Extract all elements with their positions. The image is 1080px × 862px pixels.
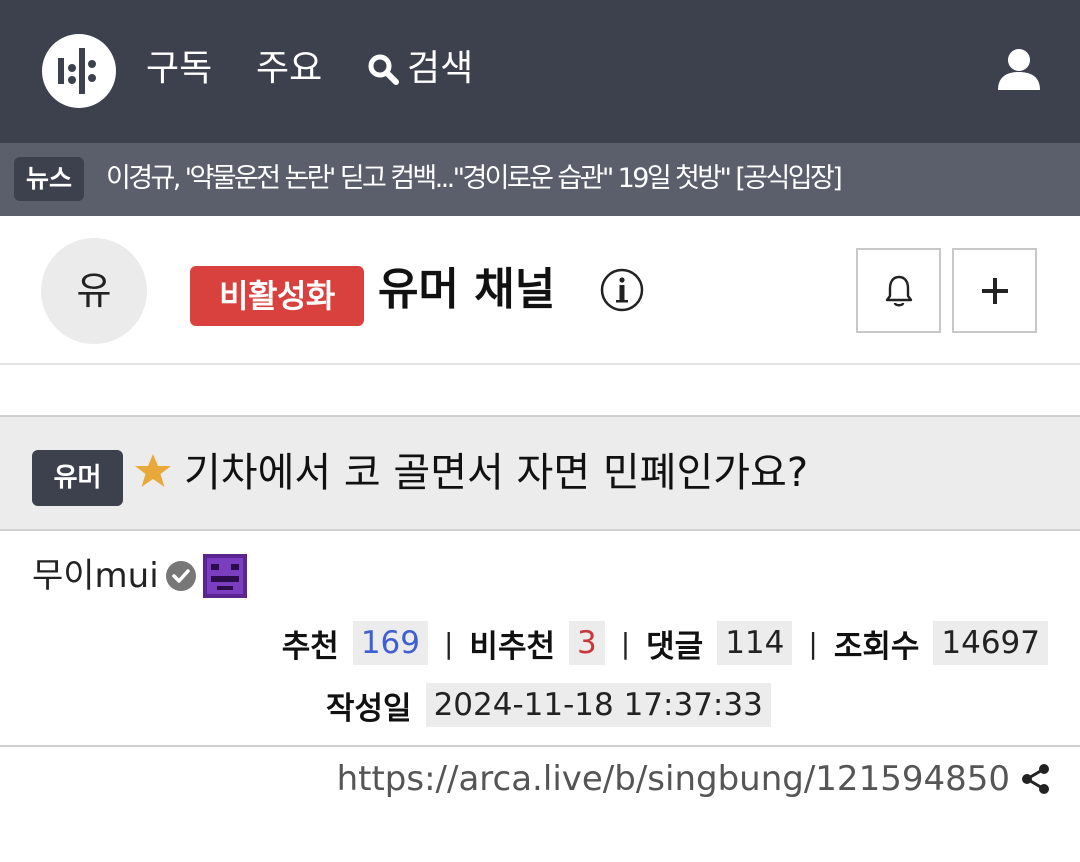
plus-icon (981, 277, 1008, 304)
post-date-row: 작성일 2024-11-18 17:37:33 (326, 680, 771, 730)
author-name[interactable]: 무이mui (32, 553, 159, 599)
channel-avatar[interactable]: 유 (41, 238, 147, 344)
search-icon (368, 54, 399, 85)
comments-label: 댓글 (646, 628, 704, 665)
post-url[interactable]: https://arca.live/b/singbung/121594850 (337, 759, 1010, 799)
author-avatar-icon (202, 554, 247, 598)
separator: | (620, 626, 631, 660)
post-date: 2024-11-18 17:37:33 (425, 683, 771, 727)
news-headline[interactable]: 이경규, '약물운전 논란' 딛고 컴백..."경이로운 습관" 19일 첫방"… (106, 157, 843, 201)
bell-icon (885, 275, 912, 306)
top-navigation-bar: 구독 주요 검색 (0, 0, 1080, 143)
share-icon[interactable] (1020, 763, 1052, 795)
channel-name[interactable]: 유머 채널 (378, 260, 555, 320)
nav-search[interactable]: 검색 (367, 44, 473, 94)
news-badge: 뉴스 (14, 157, 85, 201)
comments-count: 114 (717, 621, 793, 665)
post-title-bar: 유머 기차에서 코 골면서 자면 민폐인가요? (0, 417, 1080, 531)
author-info[interactable]: 무이mui (32, 553, 247, 599)
channel-header: 유 비활성화 유머 채널 (0, 216, 1080, 365)
upvote-count: 169 (352, 621, 428, 665)
nav-subscribe[interactable]: 구독 (146, 44, 212, 94)
info-icon[interactable] (599, 267, 645, 313)
post-title: 기차에서 코 골면서 자면 민폐인가요? (184, 450, 809, 496)
notification-bell-button[interactable] (856, 248, 941, 333)
separator: | (443, 626, 454, 660)
user-icon[interactable] (996, 46, 1042, 92)
date-label: 작성일 (326, 690, 412, 727)
nav-search-label: 검색 (407, 48, 474, 89)
news-ticker[interactable]: 뉴스 이경규, '약물운전 논란' 딛고 컴백..."경이로운 습관" 19일 … (0, 143, 1080, 216)
downvote-count: 3 (568, 621, 605, 665)
views-count: 14697 (933, 621, 1048, 665)
post-stats: 추천 169 | 비추천 3 | 댓글 114 | 조회수 14697 (282, 618, 1048, 668)
star-icon (135, 454, 171, 487)
divider (0, 745, 1080, 747)
subscribe-plus-button[interactable] (952, 248, 1037, 333)
upvote-label: 추천 (281, 628, 339, 665)
post-url-row[interactable]: https://arca.live/b/singbung/121594850 (337, 756, 1052, 802)
views-label: 조회수 (833, 628, 920, 665)
logo-icon[interactable] (42, 34, 116, 108)
inactive-status-badge: 비활성화 (190, 266, 364, 326)
spacer-row (0, 365, 1080, 417)
downvote-label: 비추천 (469, 628, 555, 665)
separator: | (808, 626, 818, 660)
nav-featured[interactable]: 주요 (256, 44, 322, 94)
category-badge[interactable]: 유머 (32, 450, 123, 506)
verified-icon (165, 561, 196, 591)
